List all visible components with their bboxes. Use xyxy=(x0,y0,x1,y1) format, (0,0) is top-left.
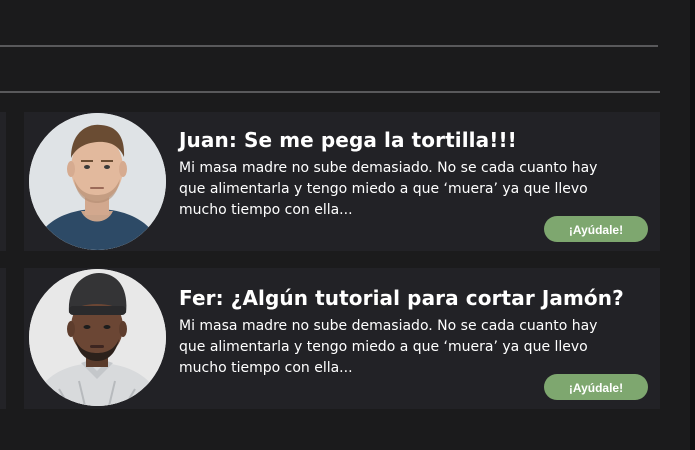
post-card-juan[interactable]: Juan: Se me pega la tortilla!!! Mi masa … xyxy=(24,112,660,251)
post-card-fer[interactable]: Fer: ¿Algún tutorial para cortar Jamón? … xyxy=(24,268,660,409)
avatar-fer xyxy=(29,269,166,406)
divider-middle xyxy=(0,91,660,93)
post-body: Mi masa madre no sube demasiado. No se c… xyxy=(179,318,598,376)
left-panel-edge xyxy=(0,268,6,409)
page-edge xyxy=(690,0,695,450)
post-body: Mi masa madre no sube demasiado. No se c… xyxy=(179,160,598,218)
help-button[interactable]: ¡Ayúdale! xyxy=(544,216,648,242)
post-title[interactable]: Fer: ¿Algún tutorial para cortar Jamón? xyxy=(179,286,624,310)
divider-top xyxy=(0,45,658,47)
post-title[interactable]: Juan: Se me pega la tortilla!!! xyxy=(179,128,517,152)
left-panel-edge xyxy=(0,112,6,251)
avatar-juan xyxy=(29,113,166,250)
help-button[interactable]: ¡Ayúdale! xyxy=(544,374,648,400)
